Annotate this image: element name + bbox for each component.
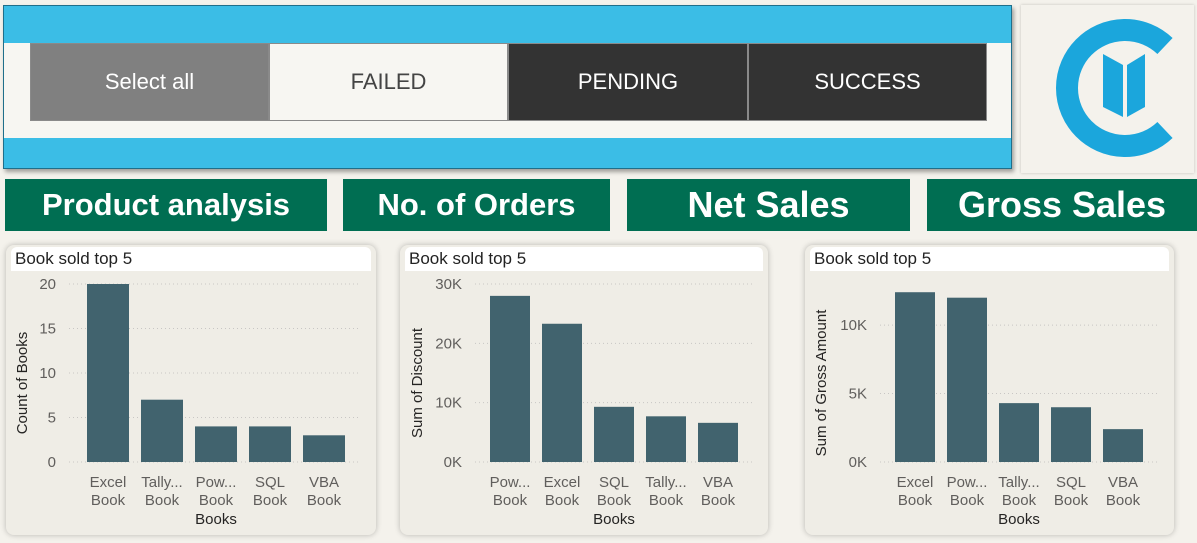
bar[interactable] bbox=[542, 323, 582, 462]
bar[interactable] bbox=[895, 292, 935, 462]
x-tick-label: Excel bbox=[90, 474, 127, 491]
slicer-pending-button[interactable]: PENDING bbox=[508, 43, 748, 121]
x-tick-label: Excel bbox=[544, 474, 581, 491]
x-tick-label: Book bbox=[701, 492, 736, 509]
x-tick-label: SQL bbox=[1056, 474, 1086, 491]
y-axis-label: Sum of Discount bbox=[409, 327, 426, 438]
x-tick-label: Book bbox=[898, 492, 933, 509]
y-axis-label: Count of Books bbox=[14, 332, 31, 435]
x-tick-label: Book bbox=[545, 492, 580, 509]
product-analysis-button[interactable]: Product analysis bbox=[5, 179, 327, 231]
x-axis-label: Books bbox=[998, 511, 1040, 528]
chart-count-of-books: 05101520ExcelBookTally...BookPow...BookS… bbox=[14, 276, 361, 528]
x-tick-label: VBA bbox=[703, 474, 733, 491]
chart-card-count: Book sold top 5 0 5 10 15 20 Excel Book Tally..… bbox=[6, 245, 376, 535]
x-axis-label: Books bbox=[593, 511, 635, 528]
bar[interactable] bbox=[594, 406, 634, 462]
x-tick-label: VBA bbox=[1108, 474, 1138, 491]
slicer-success-button[interactable]: SUCCESS bbox=[748, 43, 987, 121]
x-tick-label: Book bbox=[1002, 492, 1037, 509]
x-tick-label: Tally... bbox=[645, 474, 686, 491]
x-tick-label: Book bbox=[253, 492, 288, 509]
slicer-select-all-button[interactable]: Select all bbox=[30, 43, 269, 121]
chart-sum-of-gross-amount: 0K5K10KExcelBookPow...BookTally...BookSQ… bbox=[813, 292, 1160, 528]
x-tick-label: Book bbox=[597, 492, 632, 509]
x-tick-label: VBA bbox=[309, 474, 339, 491]
x-tick-label: Excel bbox=[897, 474, 934, 491]
x-tick-label: Book bbox=[649, 492, 684, 509]
chart-sum-of-discount: 0K10K20K30KPow...BookExcelBookSQLBookTal… bbox=[409, 276, 755, 528]
y-tick-label: 20K bbox=[435, 335, 462, 352]
x-tick-label: Book bbox=[91, 492, 126, 509]
bar[interactable] bbox=[1103, 429, 1143, 462]
bar[interactable] bbox=[249, 426, 291, 462]
x-tick-label: Book bbox=[199, 492, 234, 509]
y-tick-label: 0 bbox=[48, 454, 56, 471]
x-tick-label: Book bbox=[145, 492, 180, 509]
x-tick-label: Tally... bbox=[998, 474, 1039, 491]
y-tick-label: 5 bbox=[48, 410, 56, 427]
slicer-failed-button[interactable]: FAILED bbox=[269, 43, 508, 121]
x-tick-label: Book bbox=[1106, 492, 1141, 509]
y-tick-label: 15 bbox=[39, 321, 56, 338]
c-book-logo-icon bbox=[1056, 19, 1173, 157]
no-of-orders-button[interactable]: No. of Orders bbox=[343, 179, 610, 231]
x-tick-label: Pow... bbox=[196, 474, 237, 491]
bar[interactable] bbox=[999, 403, 1039, 462]
gross-sales-button[interactable]: Gross Sales bbox=[927, 179, 1197, 231]
y-tick-label: 30K bbox=[435, 276, 462, 293]
x-tick-label: Pow... bbox=[947, 474, 988, 491]
x-tick-label: Tally... bbox=[141, 474, 182, 491]
y-axis-label: Sum of Gross Amount bbox=[813, 309, 830, 457]
x-tick-label: Book bbox=[493, 492, 528, 509]
bar[interactable] bbox=[698, 422, 738, 462]
x-tick-label: Book bbox=[1054, 492, 1089, 509]
bar[interactable] bbox=[195, 426, 237, 462]
x-tick-label: Book bbox=[950, 492, 985, 509]
bar[interactable] bbox=[303, 435, 345, 462]
x-tick-label: SQL bbox=[599, 474, 629, 491]
bar[interactable] bbox=[646, 416, 686, 462]
x-axis-label: Books bbox=[195, 511, 237, 528]
x-tick-label: Book bbox=[307, 492, 342, 509]
y-tick-label: 20 bbox=[39, 276, 56, 293]
bar[interactable] bbox=[141, 399, 183, 462]
x-tick-label: Pow... bbox=[490, 474, 531, 491]
y-tick-label: 10K bbox=[435, 395, 462, 412]
y-tick-label: 10 bbox=[39, 365, 56, 382]
net-sales-button[interactable]: Net Sales bbox=[627, 179, 910, 231]
bar[interactable] bbox=[1051, 407, 1091, 462]
chart-card-gross: Book sold top 5 0K 5K 10K Excel Book Pow... Bo… bbox=[805, 245, 1174, 535]
x-tick-label: SQL bbox=[255, 474, 285, 491]
y-tick-label: 5K bbox=[849, 386, 867, 403]
y-tick-label: 0K bbox=[444, 454, 462, 471]
y-tick-label: 10K bbox=[840, 317, 867, 334]
y-tick-label: 0K bbox=[849, 454, 867, 471]
bar[interactable] bbox=[490, 295, 530, 462]
chart-card-discount: Book sold top 5 0K 10K 20K 30K Pow... Book Exc… bbox=[400, 245, 768, 535]
logo-container bbox=[1021, 5, 1194, 173]
bar[interactable] bbox=[87, 284, 129, 462]
bar[interactable] bbox=[947, 297, 987, 462]
